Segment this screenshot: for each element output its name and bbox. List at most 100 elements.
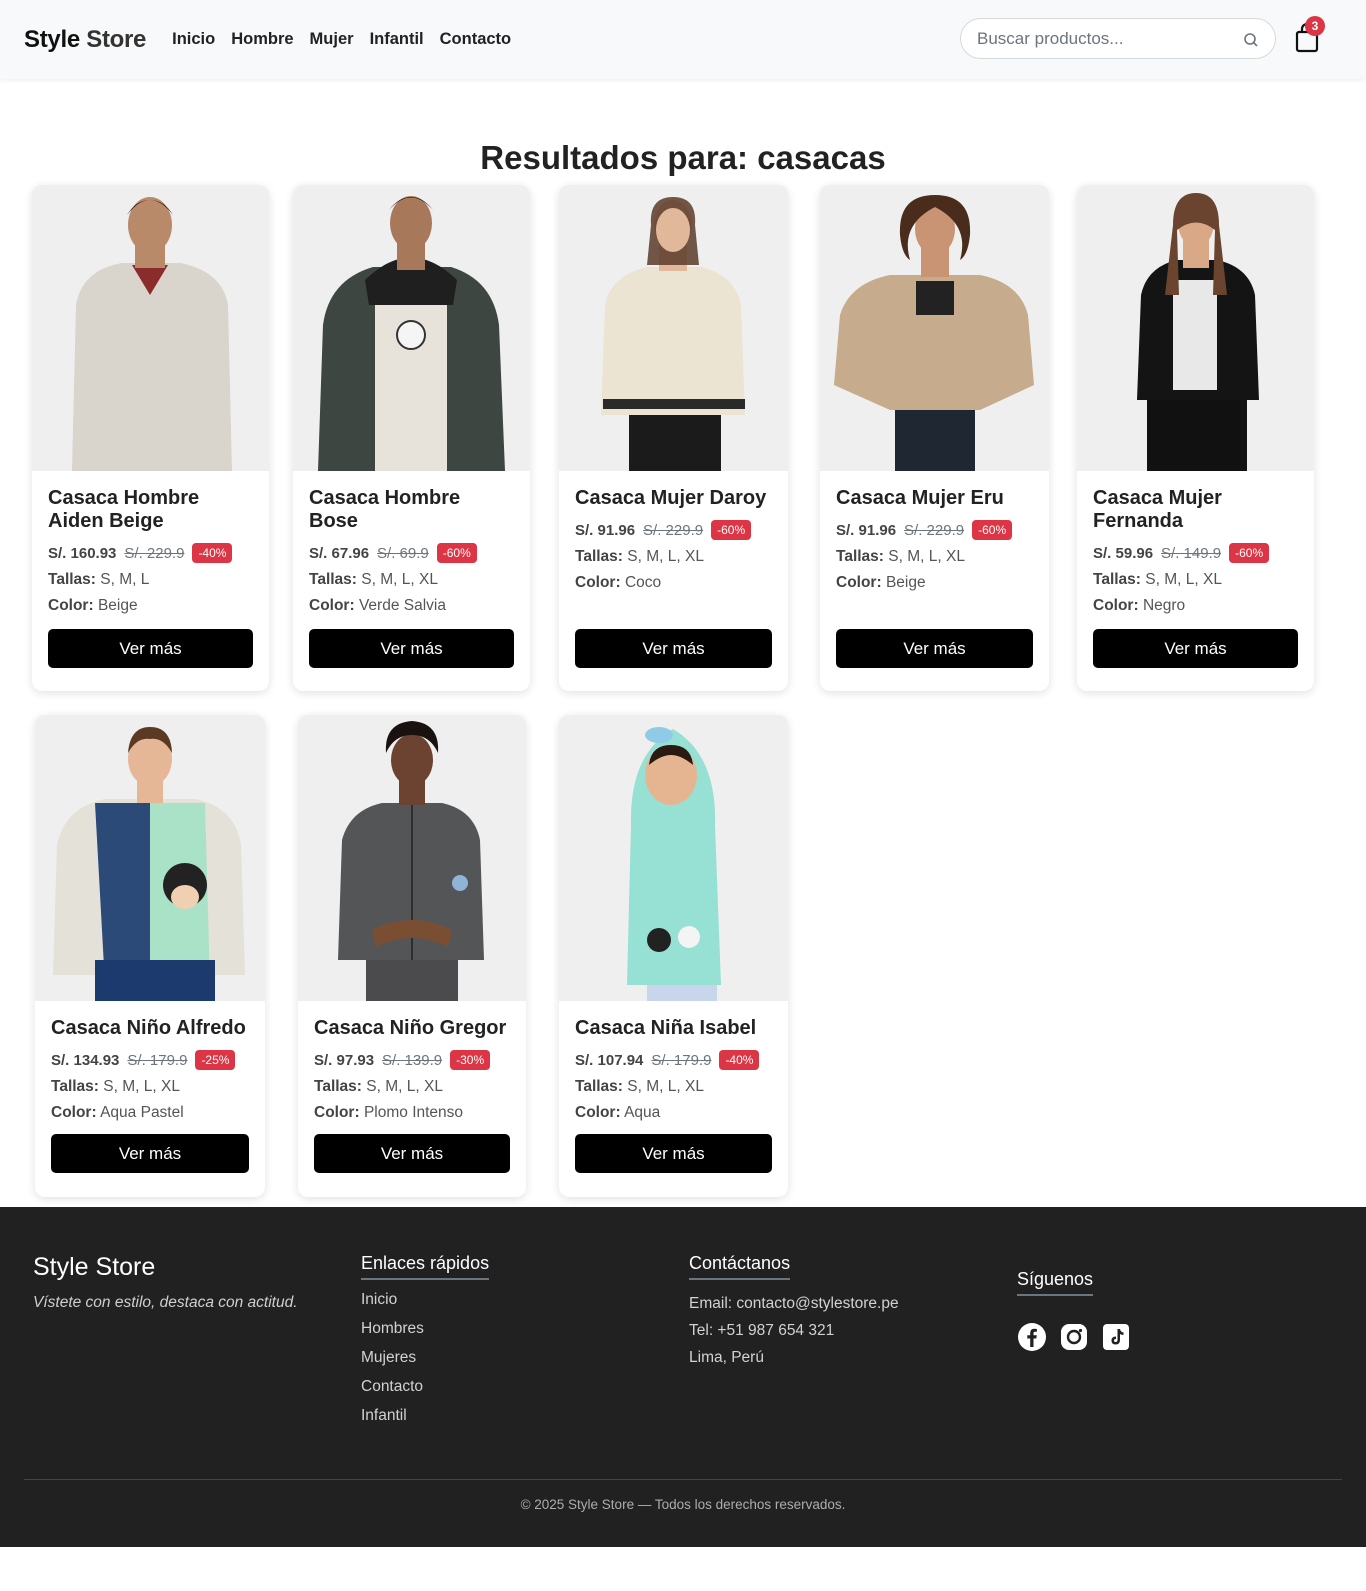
contact-phone: Tel: +51 987 654 321 [689, 1322, 835, 1339]
product-image[interactable] [32, 185, 269, 471]
product-color: Color: Beige [836, 574, 1033, 592]
cart-button[interactable]: 3 [1292, 16, 1326, 56]
product-color: Color: Plomo Intenso [314, 1104, 510, 1122]
footer-link-infantil[interactable]: Infantil [361, 1406, 489, 1425]
color-label: Color: [309, 597, 355, 614]
product-price: S/. 134.93 [51, 1051, 120, 1069]
old-price: S/. 179.9 [127, 1051, 188, 1069]
discount-badge: -40% [192, 543, 233, 563]
social-links [1017, 1322, 1131, 1352]
nav-inicio[interactable]: Inicio [172, 30, 215, 49]
product-info: Casaca Mujer Eru S/. 91.96 S/. 229.9 -60… [820, 471, 1049, 691]
brand-logo[interactable]: Style Store [24, 26, 146, 54]
product-card: Casaca Mujer Daroy S/. 91.96 S/. 229.9 -… [559, 185, 788, 691]
tiktok-icon[interactable] [1101, 1322, 1131, 1352]
color-label: Color: [836, 574, 882, 591]
ver-mas-button[interactable]: Ver más [575, 629, 772, 668]
product-price: S/. 97.93 [314, 1051, 375, 1069]
product-image[interactable] [298, 715, 526, 1001]
product-color: Color: Beige [48, 597, 253, 615]
product-color: Color: Aqua [575, 1104, 772, 1122]
facebook-icon[interactable] [1017, 1322, 1047, 1352]
site-footer: Style Store Vístete con estilo, destaca … [0, 1207, 1366, 1547]
footer-contact: Email: contacto@stylestore.pe Tel: +51 9… [689, 1294, 899, 1367]
sizes-value: S, M, L, XL [888, 548, 965, 565]
product-color: Color: Aqua Pastel [51, 1104, 249, 1122]
product-card: Casaca Hombre Bose S/. 67.96 S/. 69.9 -6… [293, 185, 530, 691]
site-header: Style Store Inicio Hombre Mujer Infantil… [0, 0, 1366, 79]
footer-links-title: Enlaces rápidos [361, 1253, 490, 1280]
footer-tagline: Vístete con estilo, destaca con actitud. [33, 1294, 298, 1311]
discount-badge: -60% [1229, 543, 1270, 563]
ver-mas-button[interactable]: Ver más [51, 1134, 249, 1173]
ver-mas-button[interactable]: Ver más [1093, 629, 1298, 668]
product-name[interactable]: Casaca Hombre Bose [309, 487, 514, 533]
footer-link-contacto[interactable]: Contacto [361, 1377, 489, 1396]
footer-link-hombres[interactable]: Hombres [361, 1319, 489, 1338]
sizes-label: Tallas: [51, 1078, 99, 1095]
nav-hombre[interactable]: Hombre [231, 30, 293, 49]
search-icon[interactable] [1243, 32, 1259, 48]
ver-mas-button[interactable]: Ver más [575, 1134, 772, 1173]
old-price: S/. 149.9 [1161, 544, 1222, 562]
old-price: S/. 69.9 [377, 544, 429, 562]
color-value: Beige [97, 597, 138, 614]
sizes-label: Tallas: [314, 1078, 362, 1095]
product-name[interactable]: Casaca Niño Gregor [314, 1017, 510, 1040]
product-name[interactable]: Casaca Mujer Fernanda [1093, 487, 1298, 533]
price-row: S/. 67.96 S/. 69.9 -60% [309, 543, 514, 563]
product-image[interactable] [35, 715, 265, 1001]
product-image[interactable] [293, 185, 530, 471]
product-name[interactable]: Casaca Niño Alfredo [51, 1017, 249, 1040]
copyright: © 2025 Style Store — Todos los derechos … [520, 1497, 846, 1512]
footer-link-mujeres[interactable]: Mujeres [361, 1348, 489, 1367]
product-name[interactable]: Casaca Mujer Daroy [575, 487, 772, 510]
color-value: Beige [885, 574, 926, 591]
product-color: Color: Verde Salvia [309, 597, 514, 615]
product-price: S/. 107.94 [575, 1051, 644, 1069]
product-sizes: Tallas: S, M, L, XL [309, 571, 514, 589]
product-price: S/. 59.96 [1093, 544, 1154, 562]
product-card: Casaca Mujer Fernanda S/. 59.96 S/. 149.… [1077, 185, 1314, 691]
footer-contact-title: Contáctanos [689, 1253, 791, 1280]
product-name[interactable]: Casaca Mujer Eru [836, 487, 1033, 510]
sizes-label: Tallas: [575, 548, 623, 565]
search-input[interactable] [977, 28, 1227, 49]
product-info: Casaca Niño Gregor S/. 97.93 S/. 139.9 -… [298, 1001, 526, 1197]
old-price: S/. 179.9 [651, 1051, 712, 1069]
footer-link-inicio[interactable]: Inicio [361, 1290, 489, 1309]
ver-mas-button[interactable]: Ver más [314, 1134, 510, 1173]
sizes-label: Tallas: [1093, 571, 1141, 588]
discount-badge: -30% [450, 1050, 491, 1070]
ver-mas-button[interactable]: Ver más [309, 629, 514, 668]
product-image[interactable] [1077, 185, 1314, 471]
sizes-value: S, M, L, XL [103, 1078, 180, 1095]
nav-contacto[interactable]: Contacto [440, 30, 512, 49]
product-sizes: Tallas: S, M, L, XL [51, 1078, 249, 1096]
color-label: Color: [575, 1104, 621, 1121]
ver-mas-button[interactable]: Ver más [48, 629, 253, 668]
product-image[interactable] [820, 185, 1049, 471]
nav-infantil[interactable]: Infantil [370, 30, 424, 49]
product-sizes: Tallas: S, M, L, XL [836, 548, 1033, 566]
product-name[interactable]: Casaca Hombre Aiden Beige [48, 487, 253, 533]
product-sizes: Tallas: S, M, L [48, 571, 253, 589]
color-label: Color: [575, 574, 621, 591]
contact-location: Lima, Perú [689, 1349, 764, 1366]
product-name[interactable]: Casaca Niña Isabel [575, 1017, 772, 1040]
product-image[interactable] [559, 715, 788, 1001]
sizes-value: S, M, L, XL [627, 548, 704, 565]
instagram-icon[interactable] [1059, 1322, 1089, 1352]
old-price: S/. 229.9 [124, 544, 185, 562]
product-price: S/. 91.96 [836, 521, 897, 539]
sizes-label: Tallas: [48, 571, 96, 588]
product-image[interactable] [559, 185, 788, 471]
sizes-value: S, M, L, XL [361, 571, 438, 588]
footer-social-col: Síguenos [1017, 1269, 1131, 1352]
sizes-label: Tallas: [309, 571, 357, 588]
product-info: Casaca Hombre Bose S/. 67.96 S/. 69.9 -6… [293, 471, 530, 691]
nav-mujer[interactable]: Mujer [310, 30, 354, 49]
ver-mas-button[interactable]: Ver más [836, 629, 1033, 668]
product-sizes: Tallas: S, M, L, XL [314, 1078, 510, 1096]
product-card: Casaca Niño Alfredo S/. 134.93 S/. 179.9… [35, 715, 265, 1197]
